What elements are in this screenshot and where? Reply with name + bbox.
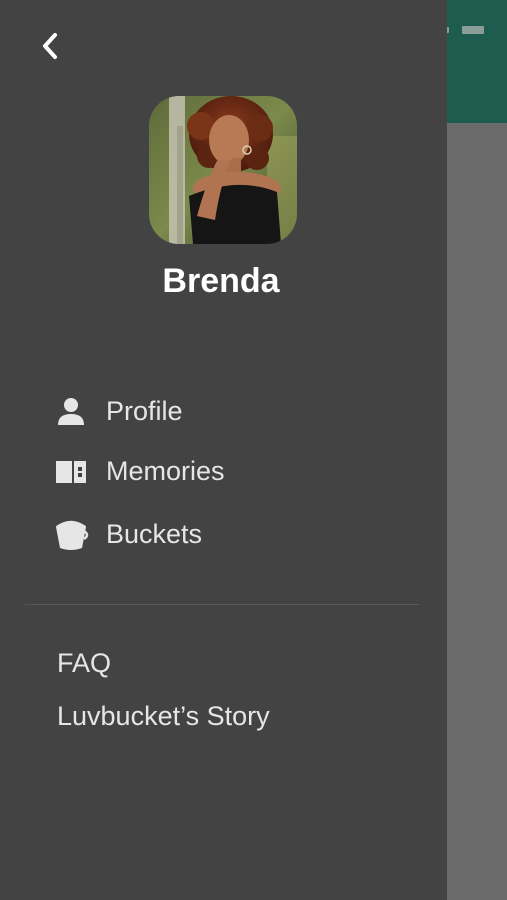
divider bbox=[25, 604, 419, 605]
menu-item-label: Profile bbox=[106, 395, 183, 426]
avatar-photo bbox=[149, 96, 297, 244]
avatar[interactable] bbox=[149, 96, 297, 244]
story-link[interactable]: Luvbucket’s Story bbox=[57, 701, 270, 732]
navigation-drawer: Brenda Profile Memories Buckets FAQ Luvb… bbox=[0, 0, 447, 900]
menu-item-label: Memories bbox=[106, 455, 225, 486]
menu-item-label: Buckets bbox=[106, 518, 203, 549]
back-button[interactable] bbox=[32, 28, 68, 64]
menu-item-profile[interactable]: Profile bbox=[52, 387, 183, 435]
bucket-icon bbox=[52, 515, 90, 553]
user-name: Brenda bbox=[162, 262, 280, 300]
memories-icon bbox=[52, 452, 90, 490]
background-menu-icon bbox=[462, 26, 484, 34]
person-icon bbox=[52, 392, 90, 430]
faq-link[interactable]: FAQ bbox=[57, 648, 111, 679]
menu-item-memories[interactable]: Memories bbox=[52, 447, 225, 495]
menu-item-buckets[interactable]: Buckets bbox=[52, 510, 202, 558]
chevron-left-icon bbox=[43, 33, 57, 59]
